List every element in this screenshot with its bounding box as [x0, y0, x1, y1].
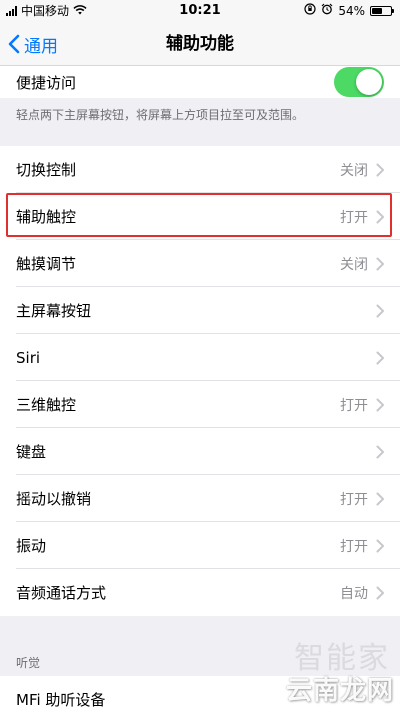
chevron-right-icon [376, 351, 386, 365]
settings-row-label: 切换控制 [16, 161, 77, 179]
settings-row[interactable]: 振动 打开 [0, 522, 400, 569]
settings-row-value: 打开 [340, 538, 368, 555]
chevron-right-icon [376, 586, 386, 600]
settings-row-value: 关闭 [340, 256, 368, 273]
settings-row-label: 主屏幕按钮 [16, 302, 92, 320]
chevron-right-icon [376, 163, 386, 177]
settings-row-label: 摇动以撤销 [16, 490, 92, 508]
orientation-lock-icon [304, 0, 316, 22]
chevron-right-icon [376, 492, 386, 506]
reachability-label: 便捷访问 [16, 73, 77, 92]
settings-row[interactable]: 辅助触控 打开 [0, 193, 400, 240]
settings-row-label: 辅助触控 [16, 208, 77, 226]
chevron-right-icon [376, 210, 386, 224]
status-bar: 中国移动 10:21 54% [0, 0, 400, 22]
battery-percent: 54% [338, 4, 365, 18]
hearing-section-header: 听觉 [16, 656, 41, 670]
settings-row-value: 自动 [340, 585, 368, 602]
battery-icon [370, 6, 394, 16]
reachability-row[interactable]: 便捷访问 [0, 66, 400, 98]
reachability-note: 轻点两下主屏幕按钮，将屏幕上方项目拉至可及范围。 [16, 108, 305, 122]
settings-row-value: 打开 [340, 397, 368, 414]
settings-row-value: 打开 [340, 491, 368, 508]
settings-row-label: 音频通话方式 [16, 584, 107, 602]
chevron-right-icon [376, 304, 386, 318]
settings-row[interactable]: Siri [0, 334, 400, 381]
settings-row[interactable]: 键盘 [0, 428, 400, 475]
chevron-right-icon [376, 257, 386, 271]
settings-row-label: 触摸调节 [16, 255, 77, 273]
settings-row[interactable]: 摇动以撤销 打开 [0, 475, 400, 522]
settings-row-label: 三维触控 [16, 396, 77, 414]
settings-row-label: 键盘 [16, 443, 47, 461]
status-right: 54% [304, 0, 394, 22]
alarm-icon [321, 0, 333, 22]
watermark-logo: 云南龙网 [285, 676, 394, 706]
settings-row-label: 振动 [16, 537, 47, 555]
chevron-right-icon [376, 398, 386, 412]
chevron-right-icon [376, 539, 386, 553]
reachability-toggle[interactable] [334, 67, 384, 97]
settings-row[interactable]: 主屏幕按钮 [0, 287, 400, 334]
settings-row[interactable]: 切换控制 关闭 [0, 146, 400, 193]
settings-row[interactable]: 音频通话方式 自动 [0, 569, 400, 616]
settings-row[interactable]: 三维触控 打开 [0, 381, 400, 428]
page-title: 辅助功能 [166, 34, 234, 54]
toggle-knob [356, 69, 382, 95]
settings-row-label: Siri [16, 348, 41, 367]
settings-row-value: 关闭 [340, 162, 368, 179]
navigation-bar: 通用 辅助功能 [0, 22, 400, 66]
settings-row-value: 打开 [340, 209, 368, 226]
settings-row[interactable]: 触摸调节 关闭 [0, 240, 400, 287]
chevron-right-icon [376, 445, 386, 459]
